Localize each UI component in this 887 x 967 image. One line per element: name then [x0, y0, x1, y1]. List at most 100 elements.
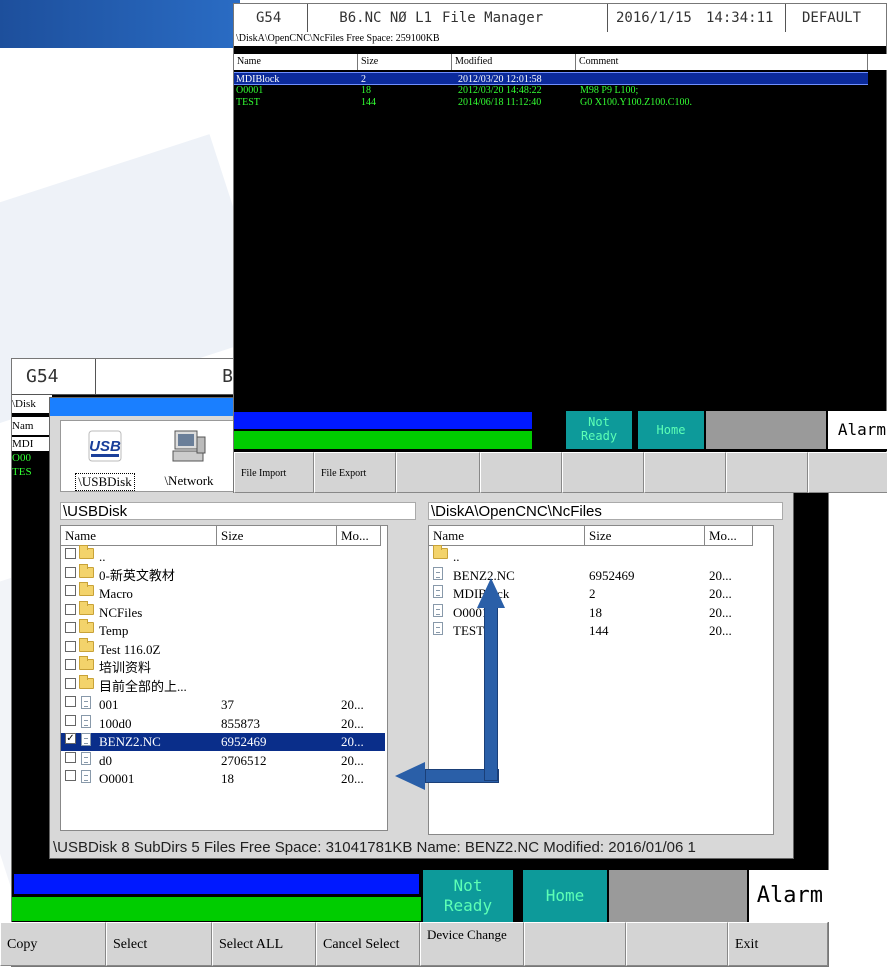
file-name: NCFiles [99, 604, 143, 620]
list-item[interactable]: 0-新英文教材 [61, 563, 385, 585]
column-header-modified[interactable]: Mo... [705, 526, 753, 546]
exit-button[interactable]: Exit [728, 922, 828, 966]
list-item[interactable]: d0 2706512 20... [61, 751, 385, 770]
list-item[interactable]: MDI [12, 437, 52, 451]
folder-icon [79, 563, 94, 578]
softkey-blank[interactable] [626, 922, 728, 966]
file-modified: 20... [341, 715, 364, 731]
copy-button[interactable]: Copy [0, 922, 106, 966]
front-file-manager-screen: G54 B6.NC NØ L1 File Manager 2016/1/15 1… [233, 3, 887, 493]
list-item[interactable]: 001 37 20... [61, 696, 385, 714]
list-item[interactable]: Temp [61, 619, 385, 640]
list-item[interactable]: Test 116.0Z [61, 637, 385, 659]
checkbox[interactable] [65, 677, 76, 689]
column-header-size[interactable]: Size [585, 526, 705, 546]
column-header-size[interactable]: Size [217, 526, 337, 546]
left-arrow-icon [395, 762, 425, 790]
file-icon [433, 603, 443, 617]
column-header-name[interactable]: Name [429, 526, 585, 546]
file-modified: 20... [709, 604, 732, 620]
list-item[interactable]: Macro [61, 582, 385, 603]
checkbox[interactable] [65, 659, 76, 670]
device-change-button[interactable]: Device Change [420, 922, 524, 966]
checkbox[interactable] [65, 714, 76, 726]
list-item[interactable]: 100d0 855873 20... [61, 714, 385, 733]
cancel-select-button[interactable]: Cancel Select [316, 922, 420, 966]
time-label: 14:34:11 [698, 4, 786, 32]
column-header-extra [868, 54, 887, 70]
background-banner [0, 0, 240, 48]
softkey-blank[interactable] [726, 452, 808, 493]
progress-bar-blue [234, 412, 532, 429]
list-item[interactable]: 培训资料 [61, 656, 385, 677]
checkbox[interactable] [65, 770, 76, 781]
checkbox[interactable] [65, 751, 76, 763]
folder-icon [79, 582, 94, 596]
mode-indicator: Home [523, 870, 607, 922]
file-name: TEST [236, 97, 260, 108]
list-item[interactable]: O0001 18 20... [61, 770, 385, 788]
column-header-size[interactable]: Size [358, 54, 452, 70]
file-size: 144 [361, 97, 376, 108]
file-modified: 20... [341, 734, 364, 749]
file-modified: 20... [709, 586, 732, 601]
file-name: d0 [99, 752, 112, 768]
column-header-comment[interactable]: Comment [576, 54, 868, 70]
list-item[interactable]: .. [61, 545, 385, 566]
folder-icon [79, 637, 94, 652]
list-item[interactable]: O00 [12, 451, 52, 465]
checkbox[interactable] [65, 640, 76, 652]
file-name: 目前全部的上... [99, 678, 187, 694]
checkbox[interactable] [65, 622, 76, 633]
ready-label: Ready [443, 896, 493, 915]
file-name: O0001 [99, 771, 135, 786]
file-size: 6952469 [589, 567, 635, 583]
list-item[interactable]: .. [429, 545, 753, 566]
select-all-button[interactable]: Select ALL [212, 922, 316, 966]
column-header-modified[interactable]: Mo... [337, 526, 381, 546]
drive-label: \Network [164, 473, 214, 488]
folder-icon [79, 600, 94, 615]
ready-label: Not [588, 415, 610, 429]
checkbox[interactable] [65, 696, 76, 707]
column-header-modified[interactable]: Modified [452, 54, 576, 70]
list-item[interactable]: NCFiles [61, 600, 385, 622]
checkbox[interactable] [65, 566, 76, 578]
list-item[interactable]: 目前全部的上... [61, 674, 385, 696]
drive-network[interactable]: \Network [149, 427, 229, 489]
softkey-blank[interactable] [396, 452, 480, 493]
file-export-button[interactable]: File Export [314, 452, 396, 493]
file-name: TEST [453, 623, 485, 638]
alarm-indicator[interactable]: Alarm [828, 411, 887, 449]
file-icon [81, 751, 91, 765]
checkbox[interactable] [65, 548, 76, 559]
status-blank [609, 870, 747, 922]
back-file-list: MDI O00 TES [12, 437, 52, 479]
column-header-name[interactable]: Name [61, 526, 217, 546]
file-icon [433, 566, 443, 580]
list-item[interactable]: TEST 144 20... [429, 622, 753, 640]
column-header-name[interactable]: Name [234, 54, 358, 70]
file-icon [81, 770, 91, 783]
softkey-blank[interactable] [644, 452, 726, 493]
softkey-blank[interactable] [808, 452, 887, 493]
progress-bar-green [234, 431, 532, 449]
select-button[interactable]: Select [106, 922, 212, 966]
table-row[interactable]: TEST 144 2014/06/18 11:12:40 G0 X100.Y100.Z… [234, 96, 868, 109]
softkey-blank[interactable] [480, 452, 562, 493]
up-arrow-icon [477, 578, 505, 608]
list-item[interactable]: ✓ BENZ2.NC 6952469 20... [61, 733, 385, 751]
right-pane-path: \DiskA\OpenCNC\NcFiles [428, 502, 783, 520]
back-status-bar: Not Ready Home Alarm [11, 870, 829, 922]
softkey-blank[interactable] [562, 452, 644, 493]
drive-usb[interactable]: USB \USBDisk [65, 427, 145, 491]
alarm-indicator[interactable]: Alarm [749, 870, 829, 922]
softkey-blank[interactable] [524, 922, 626, 966]
program-label: B [96, 359, 236, 395]
list-item[interactable]: TES [12, 465, 52, 479]
checkbox[interactable] [65, 603, 76, 615]
file-modified: 20... [341, 771, 364, 786]
file-import-button[interactable]: File Import [234, 452, 314, 493]
checkbox[interactable]: ✓ [65, 733, 76, 744]
checkbox[interactable] [65, 585, 76, 596]
